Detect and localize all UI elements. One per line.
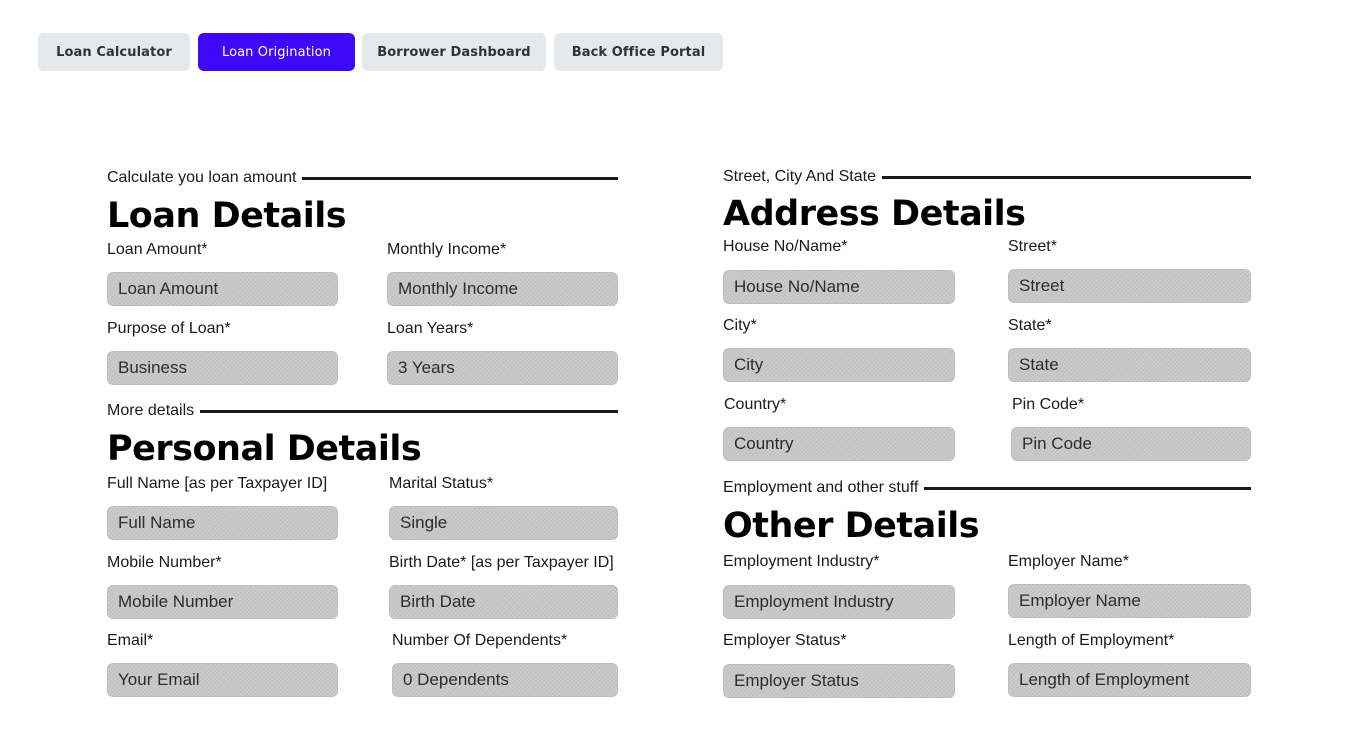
city-input[interactable] bbox=[723, 348, 955, 382]
city-label: City* bbox=[723, 317, 757, 334]
personal-details-title: Personal Details bbox=[107, 429, 422, 469]
personal-eyebrow-text: More details bbox=[107, 402, 195, 419]
address-details-section: Street, City And State Address Details H… bbox=[723, 167, 1251, 467]
marital-status-select[interactable] bbox=[389, 506, 618, 540]
birth-date-label: Birth Date* [as per Taxpayer ID] bbox=[389, 554, 614, 571]
loan-eyebrow-text: Calculate you loan amount bbox=[107, 169, 297, 186]
country-label: Country* bbox=[724, 396, 787, 413]
personal-eyebrow: More details bbox=[107, 401, 618, 421]
employer-status-select[interactable] bbox=[723, 664, 955, 698]
length-of-employment-select[interactable] bbox=[1008, 663, 1251, 697]
purpose-of-loan-label: Purpose of Loan* bbox=[107, 320, 231, 337]
email-input[interactable] bbox=[107, 663, 338, 697]
state-input[interactable] bbox=[1008, 348, 1251, 382]
street-input[interactable] bbox=[1008, 269, 1251, 303]
loan-details-section: Calculate you loan amount Loan Details L… bbox=[107, 168, 618, 385]
purpose-of-loan-select[interactable] bbox=[107, 351, 338, 385]
other-details-title: Other Details bbox=[723, 506, 980, 546]
personal-details-section: More details Personal Details Full Name … bbox=[107, 401, 618, 701]
house-no-input[interactable] bbox=[723, 270, 955, 304]
tab-back-office-portal[interactable]: Back Office Portal bbox=[554, 33, 723, 71]
employer-status-label: Employer Status* bbox=[723, 632, 847, 649]
country-input[interactable] bbox=[723, 427, 955, 461]
mobile-number-label: Mobile Number* bbox=[107, 554, 222, 571]
employment-industry-label: Employment Industry* bbox=[723, 553, 880, 570]
tab-loan-calculator[interactable]: Loan Calculator bbox=[38, 33, 190, 71]
email-label: Email* bbox=[107, 632, 154, 649]
tab-loan-origination[interactable]: Loan Origination bbox=[198, 33, 355, 71]
dependents-select[interactable] bbox=[392, 663, 618, 697]
loan-years-select[interactable] bbox=[387, 351, 618, 385]
divider-line bbox=[200, 409, 618, 413]
mobile-number-input[interactable] bbox=[107, 585, 338, 619]
monthly-income-label: Monthly Income* bbox=[387, 241, 507, 258]
pin-code-input[interactable] bbox=[1011, 427, 1251, 461]
full-name-label: Full Name [as per Taxpayer ID] bbox=[107, 475, 328, 492]
other-eyebrow: Employment and other stuff bbox=[723, 478, 1251, 498]
other-details-section: Employment and other stuff Other Details… bbox=[723, 478, 1251, 698]
full-name-input[interactable] bbox=[107, 506, 338, 540]
dependents-label: Number Of Dependents* bbox=[392, 632, 568, 649]
employment-industry-select[interactable] bbox=[723, 585, 955, 619]
tab-borrower-dashboard[interactable]: Borrower Dashboard bbox=[362, 33, 546, 71]
divider-line bbox=[881, 175, 1251, 179]
loan-details-title: Loan Details bbox=[107, 196, 347, 236]
length-of-employment-label: Length of Employment* bbox=[1008, 632, 1175, 649]
loan-amount-input[interactable] bbox=[107, 272, 338, 306]
employer-name-label: Employer Name* bbox=[1008, 553, 1129, 570]
address-details-title: Address Details bbox=[723, 194, 1026, 234]
state-label: State* bbox=[1008, 317, 1052, 334]
monthly-income-input[interactable] bbox=[387, 272, 618, 306]
loan-years-label: Loan Years* bbox=[387, 320, 474, 337]
loan-amount-label: Loan Amount* bbox=[107, 241, 208, 258]
divider-line bbox=[924, 486, 1251, 490]
marital-status-label: Marital Status* bbox=[389, 475, 494, 492]
loan-eyebrow: Calculate you loan amount bbox=[107, 168, 618, 188]
pin-code-label: Pin Code* bbox=[1012, 396, 1085, 413]
divider-line bbox=[302, 176, 618, 180]
other-eyebrow-text: Employment and other stuff bbox=[723, 479, 919, 496]
address-eyebrow-text: Street, City And State bbox=[723, 168, 876, 185]
birth-date-input[interactable] bbox=[389, 585, 618, 619]
address-eyebrow: Street, City And State bbox=[723, 167, 1251, 187]
employer-name-input[interactable] bbox=[1008, 584, 1251, 618]
street-label: Street* bbox=[1008, 238, 1057, 255]
house-no-label: House No/Name* bbox=[723, 238, 848, 255]
